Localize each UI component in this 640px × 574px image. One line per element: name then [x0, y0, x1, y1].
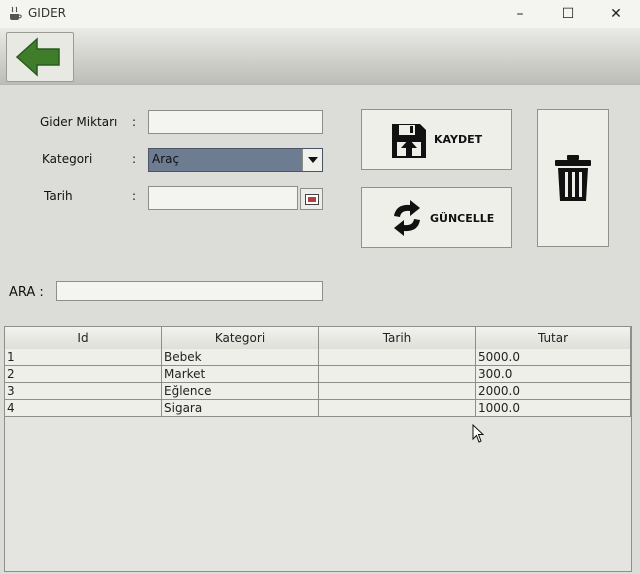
- toolbar: [0, 28, 640, 85]
- cell-id: 4: [5, 400, 162, 417]
- update-label: GÜNCELLE: [430, 212, 495, 225]
- window-title: GIDER: [28, 6, 66, 20]
- mouse-cursor-icon: [472, 424, 485, 443]
- save-label: KAYDET: [434, 133, 483, 146]
- table-row[interactable]: 2 Market 300.0: [5, 366, 631, 383]
- cell-category: Eğlence: [162, 383, 319, 400]
- expense-table: Id Kategori Tarih Tutar 1 Bebek 5000.0 2…: [4, 326, 632, 572]
- refresh-icon: [394, 200, 420, 236]
- java-cup-icon: [10, 6, 22, 20]
- cell-date: [319, 400, 476, 417]
- save-button[interactable]: KAYDET: [361, 109, 512, 170]
- delete-button[interactable]: [537, 109, 609, 247]
- cell-id: 1: [5, 349, 162, 366]
- back-button[interactable]: [6, 32, 74, 82]
- cell-date: [319, 349, 476, 366]
- date-colon: :: [132, 189, 137, 203]
- amount-label: Gider Miktarı: [40, 115, 118, 129]
- back-arrow-icon: [15, 37, 60, 77]
- cell-amount: 5000.0: [476, 349, 631, 366]
- cell-id: 3: [5, 383, 162, 400]
- amount-input[interactable]: [148, 110, 323, 134]
- cell-date: [319, 383, 476, 400]
- cell-id: 2: [5, 366, 162, 383]
- search-label: ARA :: [9, 285, 44, 300]
- cell-amount: 2000.0: [476, 383, 631, 400]
- amount-colon: :: [132, 115, 137, 129]
- maximize-button[interactable]: ☐: [548, 2, 588, 26]
- column-header-date[interactable]: Tarih: [319, 327, 476, 349]
- date-picker-button[interactable]: [300, 188, 323, 210]
- table-row[interactable]: 1 Bebek 5000.0: [5, 349, 631, 366]
- cell-category: Market: [162, 366, 319, 383]
- close-button[interactable]: ✕: [596, 2, 636, 26]
- update-button[interactable]: GÜNCELLE: [361, 187, 512, 248]
- chevron-down-icon: [308, 157, 318, 163]
- table-header: Id Kategori Tarih Tutar: [5, 327, 631, 350]
- date-label: Tarih: [44, 189, 73, 203]
- table-row[interactable]: 4 Sigara 1000.0: [5, 400, 631, 417]
- cell-category: Sigara: [162, 400, 319, 417]
- dropdown-arrow[interactable]: [302, 149, 322, 171]
- category-select[interactable]: Araç: [148, 148, 323, 172]
- category-select-value: Araç: [152, 152, 180, 166]
- cell-category: Bebek: [162, 349, 319, 366]
- category-colon: :: [132, 152, 137, 166]
- title-bar: GIDER – ☐ ✕: [0, 0, 640, 28]
- table-row[interactable]: 3 Eğlence 2000.0: [5, 383, 631, 400]
- date-input[interactable]: [148, 186, 298, 210]
- column-header-amount[interactable]: Tutar: [476, 327, 631, 349]
- search-input[interactable]: [56, 281, 323, 301]
- category-label: Kategori: [42, 152, 93, 166]
- cell-amount: 1000.0: [476, 400, 631, 417]
- cell-date: [319, 366, 476, 383]
- floppy-disk-icon: [392, 124, 426, 158]
- cell-amount: 300.0: [476, 366, 631, 383]
- calendar-icon: [305, 194, 319, 205]
- column-header-id[interactable]: Id: [5, 327, 162, 349]
- minimize-button[interactable]: –: [500, 2, 540, 26]
- column-header-category[interactable]: Kategori: [162, 327, 319, 349]
- trash-can-icon: [555, 155, 591, 201]
